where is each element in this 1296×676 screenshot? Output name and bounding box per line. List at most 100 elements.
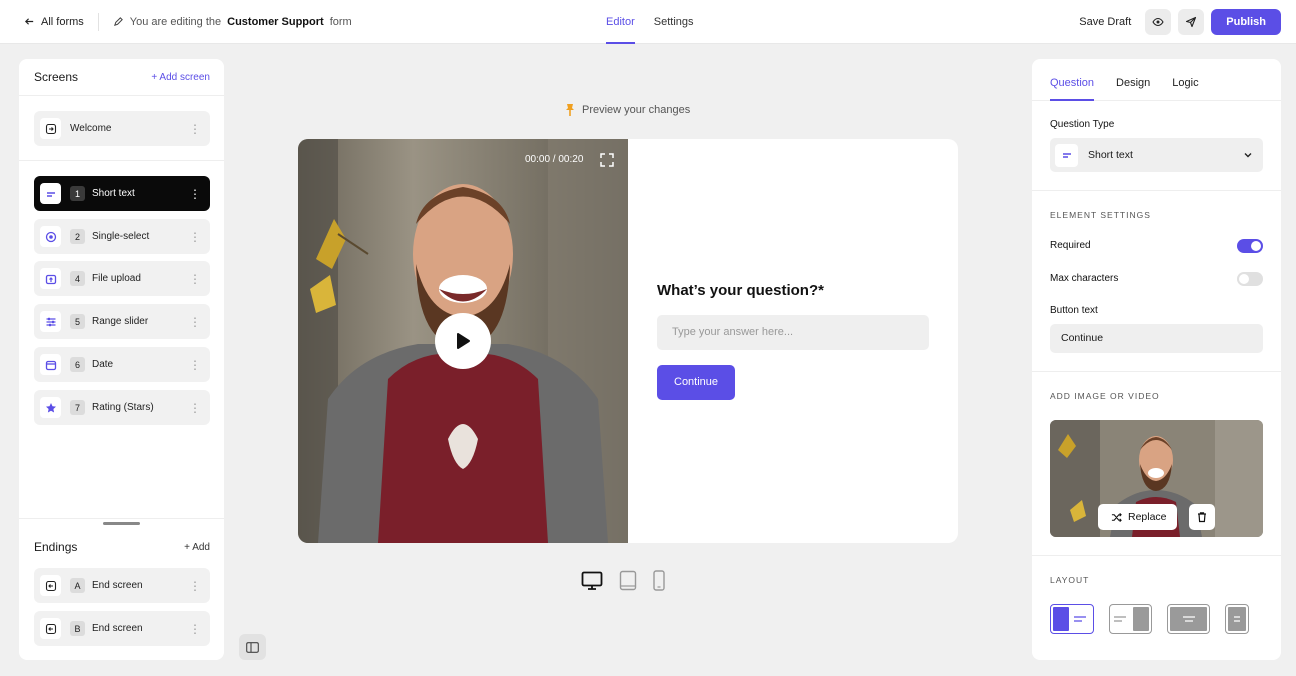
pencil-icon: [113, 17, 123, 26]
top-bar: All forms You are editing the Customer S…: [0, 0, 1296, 44]
more-options-icon[interactable]: ⋮: [189, 622, 201, 636]
toggle-sidebar-button[interactable]: [239, 634, 266, 660]
arrow-left-icon: [24, 18, 34, 25]
screen-item-short-text[interactable]: 1 Short text ⋮: [34, 176, 210, 211]
ending-label: End screen: [92, 580, 143, 591]
eye-icon: [1152, 17, 1164, 27]
back-to-forms-link[interactable]: All forms: [24, 16, 84, 28]
required-label: Required: [1050, 240, 1091, 251]
form-name: Customer Support: [227, 15, 324, 28]
replace-media-button[interactable]: Replace: [1098, 504, 1177, 530]
element-settings-heading: ELEMENT SETTINGS: [1050, 210, 1151, 220]
more-options-icon[interactable]: ⋮: [189, 187, 201, 201]
mobile-icon[interactable]: [653, 570, 665, 591]
more-options-icon[interactable]: ⋮: [189, 122, 201, 136]
screen-number: 1: [70, 186, 85, 201]
preview-hint-text: Preview your changes: [582, 104, 691, 116]
upload-icon: [40, 268, 61, 289]
divider: [97, 12, 99, 31]
sliders-icon: [40, 311, 61, 332]
question-type-label: Question Type: [1050, 119, 1115, 130]
question-title: What’s your question?*: [657, 282, 824, 299]
screen-label: Date: [92, 359, 114, 370]
more-options-icon[interactable]: ⋮: [189, 358, 201, 372]
screen-item-range-slider[interactable]: 5 Range slider ⋮: [34, 304, 210, 339]
shuffle-icon: [1111, 512, 1122, 522]
ending-item-b[interactable]: B End screen ⋮: [34, 611, 210, 646]
tab-logic[interactable]: Logic: [1172, 59, 1198, 101]
layout-media-right[interactable]: [1109, 604, 1152, 634]
media-heading: ADD IMAGE OR VIDEO: [1050, 391, 1160, 401]
screen-item-file-upload[interactable]: 4 File upload ⋮: [34, 261, 210, 296]
divider: [19, 518, 224, 519]
send-icon: [1186, 16, 1197, 28]
more-options-icon[interactable]: ⋮: [189, 230, 201, 244]
question-type-select[interactable]: Short text: [1050, 138, 1263, 172]
more-options-icon[interactable]: ⋮: [189, 315, 201, 329]
screen-label: Rating (Stars): [92, 402, 154, 413]
layout-options: [1050, 604, 1249, 634]
preview-button[interactable]: [1145, 9, 1172, 35]
layout-media-block: [1133, 607, 1149, 631]
enter-icon: [40, 118, 61, 139]
play-button[interactable]: [435, 313, 491, 369]
tab-editor[interactable]: Editor: [606, 0, 635, 44]
star-icon: [40, 397, 61, 418]
video-player[interactable]: 00:00 / 00:20: [298, 139, 628, 543]
answer-input[interactable]: Type your answer here...: [657, 315, 929, 350]
continue-button[interactable]: Continue: [657, 365, 736, 400]
max-characters-toggle[interactable]: [1237, 272, 1263, 286]
screen-item-single-select[interactable]: 2 Single-select ⋮: [34, 219, 210, 254]
screen-item-date[interactable]: 6 Date ⋮: [34, 347, 210, 382]
layout-media-block: [1228, 607, 1246, 631]
more-options-icon[interactable]: ⋮: [189, 272, 201, 286]
calendar-icon: [40, 354, 61, 375]
publish-button[interactable]: Publish: [1211, 9, 1281, 35]
more-options-icon[interactable]: ⋮: [189, 579, 201, 593]
required-toggle[interactable]: [1237, 239, 1263, 253]
screen-number: 6: [70, 357, 85, 372]
delete-media-button[interactable]: [1189, 504, 1215, 530]
button-text-label: Button text: [1050, 305, 1098, 316]
tab-question[interactable]: Question: [1050, 59, 1095, 101]
screen-label: Range slider: [92, 316, 149, 327]
screen-number: 7: [70, 400, 85, 415]
resize-handle[interactable]: [103, 522, 140, 525]
layout-media-block: [1170, 607, 1207, 631]
screen-item-rating[interactable]: 7 Rating (Stars) ⋮: [34, 390, 210, 425]
tab-settings[interactable]: Settings: [654, 0, 694, 44]
media-thumbnail: Replace: [1050, 420, 1263, 537]
short-text-icon: [40, 183, 61, 204]
toggle-knob: [1239, 274, 1249, 284]
more-options-icon[interactable]: ⋮: [189, 401, 201, 415]
text-lines-icon: [1114, 616, 1126, 622]
trash-icon: [1198, 512, 1206, 523]
replace-label: Replace: [1128, 511, 1167, 523]
button-text-input[interactable]: Continue: [1050, 324, 1263, 353]
save-draft-button[interactable]: Save Draft: [1079, 16, 1131, 28]
tab-design[interactable]: Design: [1116, 59, 1150, 101]
editing-notice: You are editing the Customer Support for…: [113, 16, 352, 28]
play-icon: [457, 333, 470, 349]
divider: [1032, 190, 1281, 191]
layout-media-left[interactable]: [1050, 604, 1094, 634]
question-text: What’s your question?: [657, 282, 819, 299]
inspector-panel: Question Design Logic Question Type Shor…: [1032, 59, 1281, 660]
layout-no-media[interactable]: [1225, 604, 1249, 634]
ending-letter: B: [70, 621, 85, 636]
share-button[interactable]: [1178, 9, 1205, 35]
text-lines-icon: [1182, 616, 1195, 622]
layout-media-background[interactable]: [1167, 604, 1210, 634]
tablet-icon[interactable]: [619, 570, 637, 591]
screen-item-welcome[interactable]: Welcome ⋮: [34, 111, 210, 146]
screen-number: 5: [70, 314, 85, 329]
ending-item-a[interactable]: A End screen ⋮: [34, 568, 210, 603]
sidebar-icon: [246, 641, 259, 653]
desktop-icon[interactable]: [581, 571, 603, 591]
screen-label: File upload: [92, 273, 141, 284]
max-characters-label: Max characters: [1050, 273, 1119, 284]
ending-letter: A: [70, 578, 85, 593]
fullscreen-icon[interactable]: [600, 153, 614, 167]
add-ending-button[interactable]: + Add: [184, 542, 210, 553]
add-screen-button[interactable]: + Add screen: [151, 72, 210, 83]
